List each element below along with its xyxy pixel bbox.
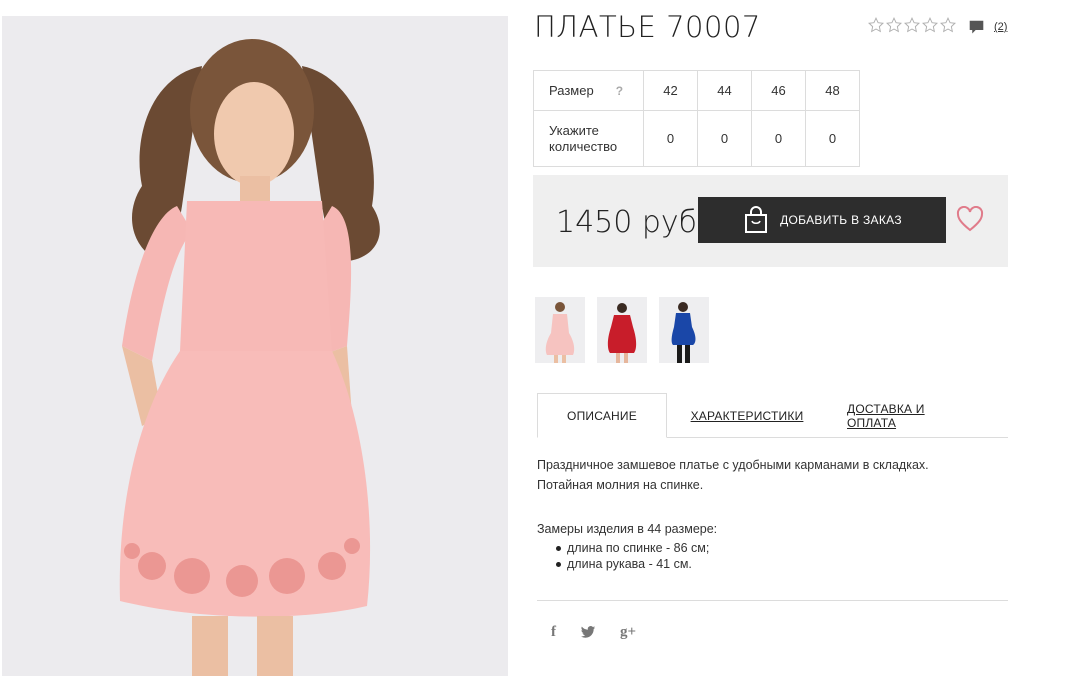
thumbnail-red[interactable]	[597, 297, 647, 363]
comment-icon[interactable]	[968, 19, 985, 36]
measurements-title: Замеры изделия в 44 размере:	[537, 522, 718, 536]
size-help-icon[interactable]: ?	[616, 84, 623, 98]
heart-icon[interactable]	[956, 206, 984, 232]
list-item: длина по спинке - 86 см;	[537, 540, 1007, 556]
star-outline-icon[interactable]	[904, 17, 920, 33]
star-outline-icon[interactable]	[940, 17, 956, 33]
product-tabs: ОПИСАНИЕ ХАРАКТЕРИСТИКИ ДОСТАВКА И ОПЛАТ…	[537, 393, 1008, 438]
thumbnail-pink[interactable]	[535, 297, 585, 363]
twitter-icon[interactable]	[580, 626, 596, 639]
description-panel: Праздничное замшевое платье с удобными к…	[537, 455, 1007, 572]
tab-delivery-payment[interactable]: ДОСТАВКА И ОПЛАТА	[847, 393, 977, 438]
social-share: f g+	[551, 624, 636, 641]
star-outline-icon[interactable]	[886, 17, 902, 33]
size-label-cell: Размер?	[533, 70, 644, 111]
star-outline-icon[interactable]	[868, 17, 884, 33]
size-cell: 46	[751, 70, 806, 111]
add-to-order-label: ДОБАВИТЬ В ЗАКАЗ	[780, 213, 902, 227]
list-item: длина рукава - 41 см.	[537, 556, 1007, 572]
review-count-link[interactable]: (2)	[994, 21, 1007, 33]
size-cell: 42	[643, 70, 698, 111]
facebook-icon[interactable]: f	[551, 624, 556, 641]
size-label: Размер	[549, 83, 594, 98]
product-title: ПЛАТЬЕ 70007	[534, 10, 761, 44]
tab-characteristics[interactable]: ХАРАКТЕРИСТИКИ	[687, 393, 807, 438]
quantity-input[interactable]: 0	[805, 110, 860, 167]
price: 1450 руб	[556, 205, 698, 240]
size-cell: 48	[805, 70, 860, 111]
google-plus-icon[interactable]: g+	[620, 624, 636, 641]
thumbnail-blue[interactable]	[659, 297, 709, 363]
quantity-label: Укажите количество	[533, 110, 644, 167]
description-text: Потайная молния на спинке.	[537, 478, 704, 492]
description-text: Праздничное замшевое платье с удобными к…	[537, 458, 929, 472]
price-box: 1450 руб ДОБАВИТЬ В ЗАКАЗ	[533, 175, 1008, 267]
quantity-input[interactable]: 0	[751, 110, 806, 167]
star-outline-icon[interactable]	[922, 17, 938, 33]
quantity-input[interactable]: 0	[643, 110, 698, 167]
product-main-photo[interactable]	[2, 16, 508, 676]
measurements-list: длина по спинке - 86 см; длина рукава - …	[537, 540, 1007, 572]
tab-description[interactable]: ОПИСАНИЕ	[537, 393, 667, 438]
rating-stars[interactable]	[868, 17, 956, 33]
add-to-order-button[interactable]: ДОБАВИТЬ В ЗАКАЗ	[698, 197, 946, 243]
size-table: Размер? 42 44 46 48 Укажите количество 0…	[533, 70, 860, 167]
size-cell: 44	[697, 70, 752, 111]
divider	[537, 600, 1008, 601]
quantity-input[interactable]: 0	[697, 110, 752, 167]
shopping-bag-icon	[745, 206, 768, 233]
thumbnail-gallery	[535, 297, 709, 363]
